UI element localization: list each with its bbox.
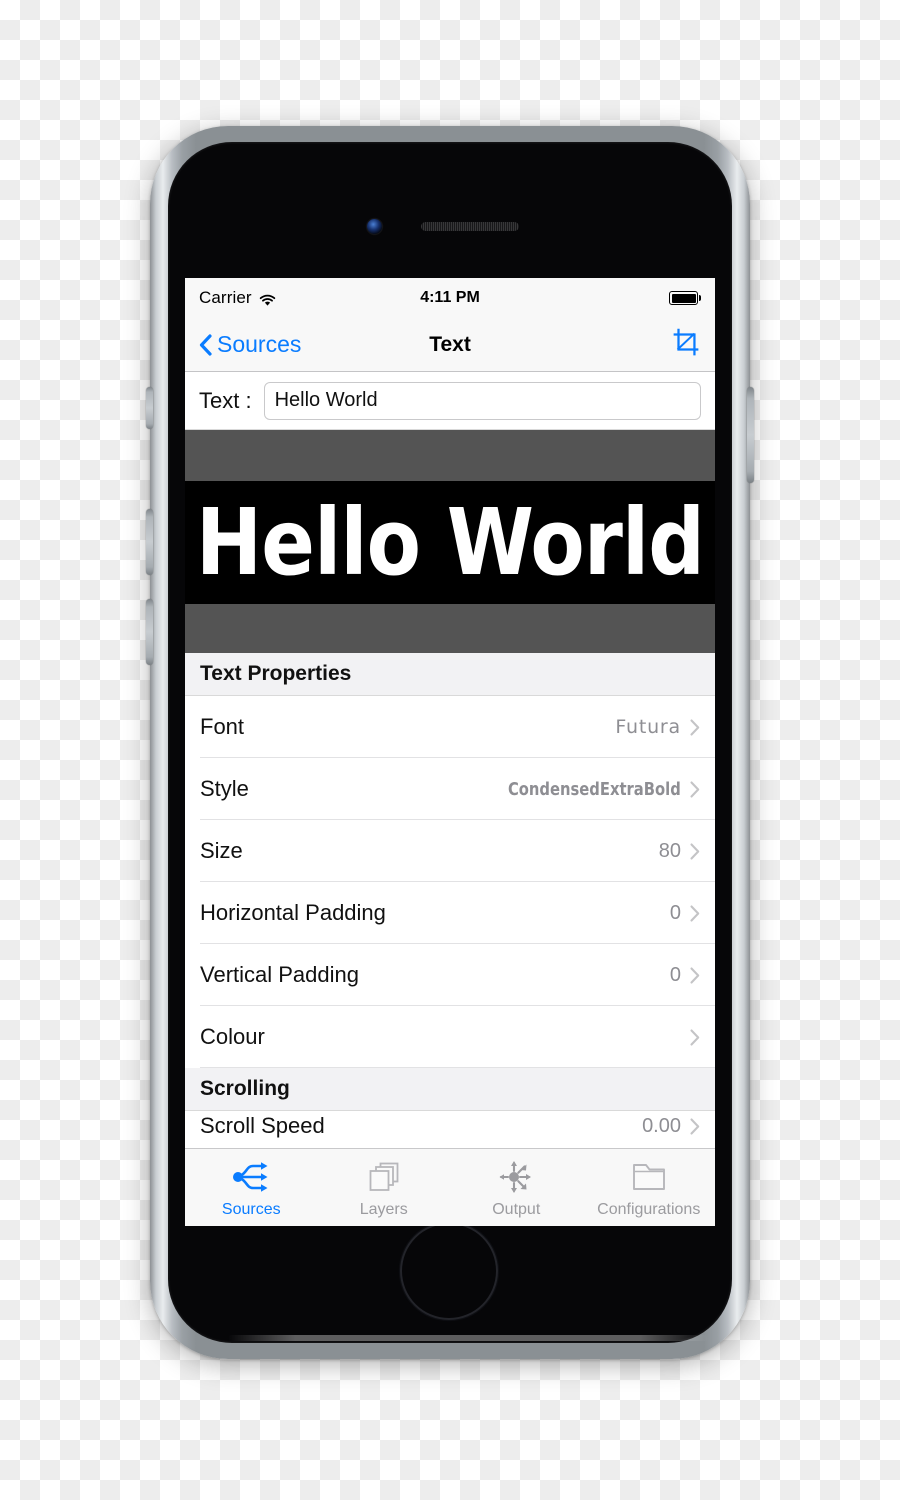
row-value: CondensedExtraBold — [508, 778, 681, 800]
tab-output[interactable]: Output — [450, 1149, 583, 1226]
chevron-left-icon — [199, 333, 212, 356]
row-label: Font — [200, 714, 245, 739]
chevron-right-icon — [690, 718, 700, 736]
row-style[interactable]: Style CondensedExtraBold — [185, 758, 715, 820]
back-button-label: Sources — [217, 331, 302, 357]
row-right: 0 — [670, 902, 700, 925]
row-label: Vertical Padding — [200, 962, 359, 987]
crop-button[interactable] — [671, 327, 701, 362]
phone-screen: Carrier 4:11 PM Sources Text Text: Hell… — [185, 278, 715, 1226]
row-value: Futura — [615, 716, 681, 738]
chevron-right-icon — [690, 1117, 700, 1135]
row-colour[interactable]: Colour — [185, 1006, 715, 1068]
power-button[interactable] — [747, 387, 754, 483]
wifi-icon — [259, 292, 276, 306]
earpiece-speaker — [421, 222, 519, 231]
tab-label: Layers — [359, 1201, 408, 1218]
crop-icon — [671, 327, 701, 362]
row-right: 0 — [670, 964, 700, 987]
row-value: 0 — [669, 963, 681, 986]
row-font[interactable]: Font Futura — [185, 696, 715, 758]
page-root: Carrier 4:11 PM Sources Text Text: Hell… — [0, 0, 900, 1500]
preview-text: Hello World — [195, 488, 705, 596]
carrier-label: Carrier — [199, 288, 252, 307]
iphone-device: Carrier 4:11 PM Sources Text Text: Hell… — [146, 126, 754, 1359]
settings-list: Text Properties Font Futura Style Conden… — [185, 653, 715, 1141]
tab-label: Sources — [221, 1201, 281, 1218]
text-input-row: Text : — [185, 372, 715, 430]
stacked-squares-icon — [366, 1156, 402, 1198]
battery-tip — [699, 295, 701, 301]
radiating-arrows-icon — [497, 1156, 535, 1198]
text-input[interactable] — [263, 381, 701, 420]
tab-configurations[interactable]: Configurations — [583, 1149, 716, 1226]
row-label: Style — [200, 776, 249, 801]
preview-band-top — [185, 430, 715, 481]
preview-canvas: Hello World — [185, 481, 715, 604]
home-button[interactable] — [400, 1222, 498, 1320]
row-horizontal-padding[interactable]: Horizontal Padding 0 — [185, 882, 715, 944]
tab-layers[interactable]: Layers — [318, 1149, 451, 1226]
tab-sources[interactable]: Sources — [185, 1149, 318, 1226]
battery-full-icon — [669, 291, 698, 305]
row-label: Horizontal Padding — [200, 900, 386, 925]
navigation-bar: Sources Text — [185, 318, 715, 372]
back-button[interactable]: Sources — [199, 331, 301, 358]
branch-arrows-icon — [231, 1156, 271, 1198]
front-camera-icon — [367, 219, 382, 234]
tab-bar: Sources Layers Output Configurations — [185, 1148, 715, 1226]
bottom-edge-highlight — [228, 1335, 708, 1341]
tab-label: Configurations — [597, 1201, 701, 1218]
row-label: Colour — [200, 1024, 265, 1049]
section-header-scrolling: Scrolling — [185, 1068, 715, 1111]
row-label: Size — [200, 838, 243, 863]
row-right: CondensedExtraBold — [470, 779, 700, 800]
row-right: 80 — [659, 840, 700, 863]
row-scroll-speed[interactable]: Scroll Speed 0.00 — [185, 1111, 715, 1141]
row-value: 0 — [669, 901, 681, 924]
section-header-text-properties: Text Properties — [185, 653, 715, 696]
row-vertical-padding[interactable]: Vertical Padding 0 — [185, 944, 715, 1006]
status-bar-left: Carrier — [199, 288, 276, 308]
row-right: 0.00 — [642, 1115, 700, 1138]
silent-switch[interactable] — [146, 387, 153, 429]
preview-band-bottom — [185, 604, 715, 653]
chevron-right-icon — [690, 904, 700, 922]
volume-down-button[interactable] — [146, 599, 153, 665]
text-preview: Hello World — [185, 430, 715, 653]
volume-up-button[interactable] — [146, 509, 153, 575]
tab-label: Output — [492, 1201, 541, 1218]
row-right — [681, 1028, 700, 1046]
row-label: Scroll Speed — [200, 1113, 325, 1138]
folder-icon — [630, 1156, 668, 1198]
row-value: 0.00 — [642, 1114, 681, 1137]
chevron-right-icon — [690, 966, 700, 984]
chevron-right-icon — [690, 1028, 700, 1046]
status-bar: Carrier 4:11 PM — [185, 278, 715, 318]
row-right: Futura — [615, 716, 700, 738]
text-field-label: Text : — [199, 387, 252, 413]
row-value: 80 — [658, 839, 681, 862]
chevron-right-icon — [690, 780, 700, 798]
chevron-right-icon — [690, 842, 700, 860]
row-size[interactable]: Size 80 — [185, 820, 715, 882]
battery-indicator — [669, 291, 701, 305]
